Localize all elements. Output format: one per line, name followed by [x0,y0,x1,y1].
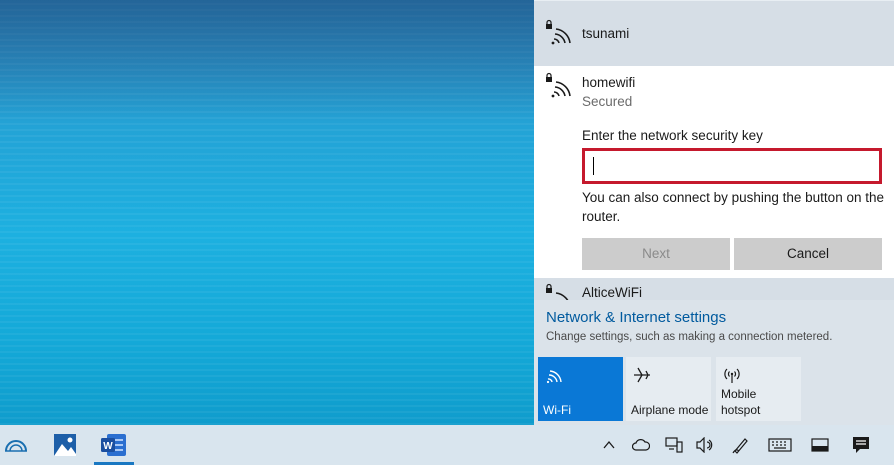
network-name: tsunami [582,26,630,41]
wps-hint-text: You can also connect by pushing the butt… [582,190,884,224]
security-key-label: Enter the network security key [582,128,763,143]
tile-label: Airplane mode [631,403,709,417]
pen-icon[interactable] [732,436,750,454]
next-button[interactable]: Next [582,238,730,270]
network-status: Secured [582,94,633,109]
mobile-hotspot-tile[interactable]: Mobile hotspot [716,357,801,421]
cancel-button[interactable]: Cancel [734,238,882,270]
onedrive-icon[interactable] [632,439,650,451]
tile-label: Mobile [721,387,757,401]
wifi-icon [546,370,562,384]
keyboard-icon[interactable] [768,438,792,452]
network-settings-subtitle: Change settings, such as making a connec… [546,331,833,343]
airplane-icon [634,367,650,383]
volume-icon[interactable] [696,437,714,453]
network-flyout: tsunami homewifi Secured Enter the netwo… [534,0,894,425]
security-key-input[interactable] [582,148,882,184]
secured-wifi-icon [546,72,571,98]
hotspot-icon [724,368,740,383]
network-icon[interactable] [665,437,683,453]
airplane-mode-tile[interactable]: Airplane mode [626,357,711,421]
photos-icon[interactable] [54,434,76,456]
svg-text:W: W [103,441,113,452]
word-icon[interactable]: W [101,433,127,457]
text-caret [593,157,594,175]
network-settings-link[interactable]: Network & Internet settings [546,309,726,326]
secured-wifi-icon [546,283,569,300]
taskbar: W [0,425,894,465]
tablet-icon[interactable] [811,438,829,452]
chevron-up-icon[interactable] [603,440,615,450]
network-item-tsunami[interactable]: tsunami [534,0,894,66]
wifi-toggle-tile[interactable]: Wi-Fi [538,357,623,421]
notifications-icon[interactable] [852,436,870,454]
tile-label: hotspot [721,403,761,417]
edge-icon[interactable] [4,437,28,453]
secured-wifi-icon [546,19,571,45]
network-item-homewifi: homewifi Secured Enter the network secur… [534,66,894,278]
network-item-alticewifi[interactable]: AlticeWiFi [534,278,894,300]
network-name: homewifi [582,75,636,90]
network-name: AlticeWiFi [582,285,642,300]
tile-label: Wi-Fi [543,403,571,417]
network-settings-block: Network & Internet settings Change setti… [534,300,894,356]
